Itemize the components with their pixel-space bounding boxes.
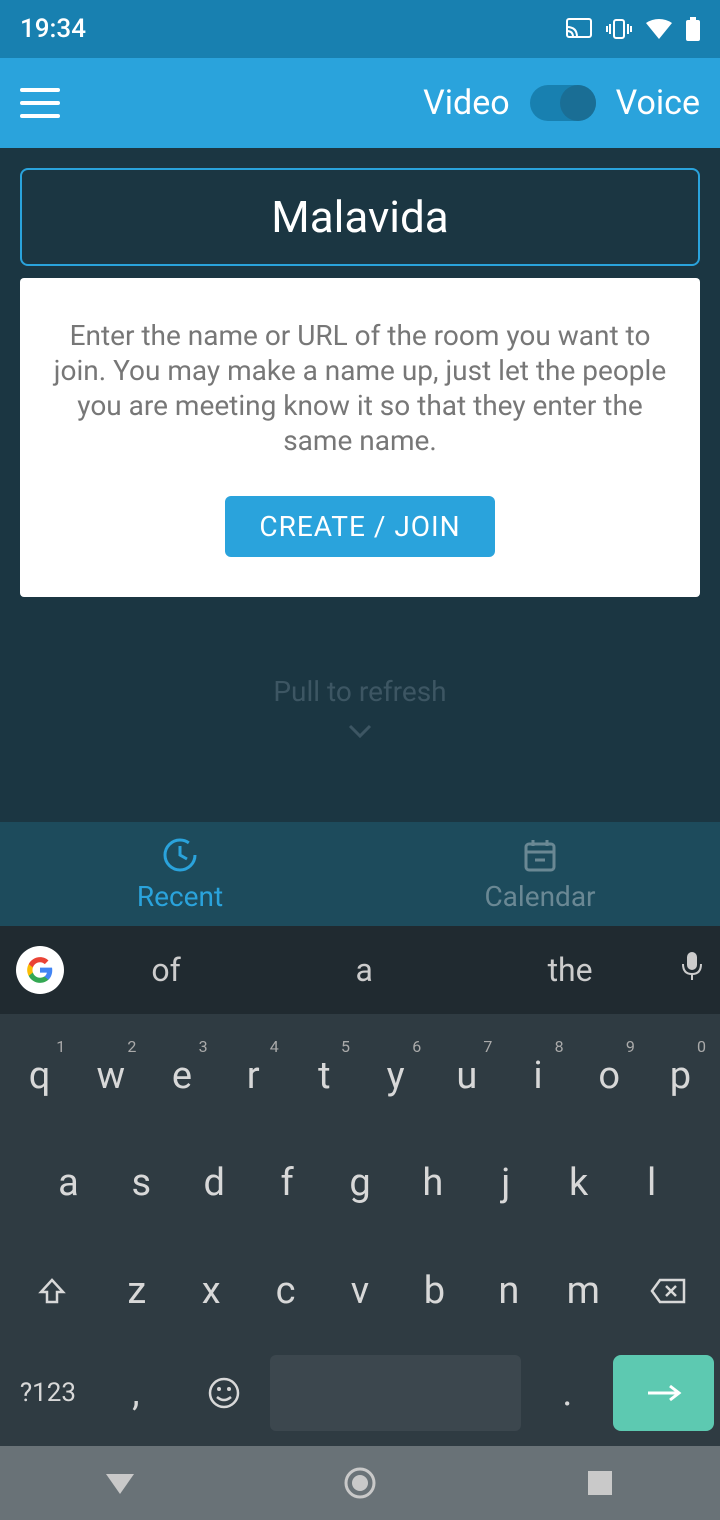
key-s[interactable]: s <box>107 1140 176 1226</box>
mode-toggle[interactable] <box>530 85 596 121</box>
key-o[interactable]: o9 <box>576 1033 643 1119</box>
video-label: Video <box>423 83 510 123</box>
key-v[interactable]: v <box>325 1248 395 1334</box>
google-icon[interactable] <box>16 946 64 994</box>
shift-key[interactable] <box>6 1248 98 1334</box>
key-g[interactable]: g <box>326 1140 395 1226</box>
key-i[interactable]: i8 <box>504 1033 571 1119</box>
menu-icon[interactable] <box>20 88 60 118</box>
key-y[interactable]: y6 <box>362 1033 429 1119</box>
status-bar: 19:34 <box>0 0 720 58</box>
key-row-4: ?123 , . <box>4 1353 716 1433</box>
key-n[interactable]: n <box>474 1248 544 1334</box>
chevron-down-icon <box>20 716 700 744</box>
key-row-1: q1w2e3r4t5y6u7i8o9p0 <box>4 1031 716 1121</box>
key-row-3: zxcvbnm <box>4 1246 716 1336</box>
app-bar: Video Voice <box>0 58 720 148</box>
comma-key[interactable]: , <box>94 1355 178 1431</box>
suggestion-bar: of a the <box>0 926 720 1014</box>
help-text: Enter the name or URL of the room you wa… <box>50 318 670 458</box>
keyboard: of a the q1w2e3r4t5y6u7i8o9p0 asdfghjkl … <box>0 926 720 1446</box>
tab-recent-label: Recent <box>137 880 223 913</box>
key-a[interactable]: a <box>34 1140 103 1226</box>
key-d[interactable]: d <box>180 1140 249 1226</box>
toggle-thumb <box>560 85 596 121</box>
key-b[interactable]: b <box>399 1248 469 1334</box>
mic-icon[interactable] <box>680 950 704 990</box>
tab-calendar-label: Calendar <box>484 880 595 913</box>
navigation-bar <box>0 1446 720 1520</box>
key-w[interactable]: w2 <box>77 1033 144 1119</box>
voice-label: Voice <box>616 83 700 123</box>
nav-back[interactable] <box>100 1463 140 1503</box>
suggestion-3[interactable]: the <box>528 951 613 989</box>
suggestion-2[interactable]: a <box>335 951 392 989</box>
key-rows: q1w2e3r4t5y6u7i8o9p0 asdfghjkl zxcvbnm ?… <box>0 1014 720 1446</box>
key-k[interactable]: k <box>544 1140 613 1226</box>
key-e[interactable]: e3 <box>148 1033 215 1119</box>
period-key[interactable]: . <box>525 1355 609 1431</box>
symbol-key[interactable]: ?123 <box>6 1355 90 1431</box>
bottom-tabs: Recent Calendar <box>0 822 720 926</box>
pull-to-refresh[interactable]: Pull to refresh <box>20 675 700 744</box>
suggestions: of a the <box>64 951 680 989</box>
emoji-key[interactable] <box>182 1355 266 1431</box>
key-q[interactable]: q1 <box>6 1033 73 1119</box>
enter-key[interactable] <box>613 1355 714 1431</box>
suggestion-1[interactable]: of <box>131 951 200 989</box>
battery-icon <box>686 17 700 41</box>
key-c[interactable]: c <box>250 1248 320 1334</box>
nav-recent[interactable] <box>580 1463 620 1503</box>
room-name-input[interactable] <box>20 168 700 266</box>
cast-icon <box>566 18 592 40</box>
pull-refresh-label: Pull to refresh <box>20 675 700 708</box>
key-r[interactable]: r4 <box>220 1033 287 1119</box>
key-m[interactable]: m <box>548 1248 618 1334</box>
calendar-icon <box>521 836 559 874</box>
tab-recent[interactable]: Recent <box>0 822 360 926</box>
nav-home[interactable] <box>340 1463 380 1503</box>
key-row-2: asdfghjkl <box>4 1138 716 1228</box>
key-z[interactable]: z <box>102 1248 172 1334</box>
main-content: Enter the name or URL of the room you wa… <box>0 148 720 764</box>
wifi-icon <box>646 19 672 39</box>
create-join-button[interactable]: CREATE / JOIN <box>225 496 494 557</box>
backspace-key[interactable] <box>622 1248 714 1334</box>
status-icons <box>566 17 700 41</box>
vibrate-icon <box>606 18 632 40</box>
key-t[interactable]: t5 <box>291 1033 358 1119</box>
key-u[interactable]: u7 <box>433 1033 500 1119</box>
key-x[interactable]: x <box>176 1248 246 1334</box>
status-time: 19:34 <box>20 14 86 44</box>
history-icon <box>161 836 199 874</box>
space-key[interactable] <box>270 1355 522 1431</box>
key-l[interactable]: l <box>617 1140 686 1226</box>
key-j[interactable]: j <box>471 1140 540 1226</box>
tab-calendar[interactable]: Calendar <box>360 822 720 926</box>
key-p[interactable]: p0 <box>647 1033 714 1119</box>
info-card: Enter the name or URL of the room you wa… <box>20 278 700 597</box>
key-h[interactable]: h <box>398 1140 467 1226</box>
key-f[interactable]: f <box>253 1140 322 1226</box>
